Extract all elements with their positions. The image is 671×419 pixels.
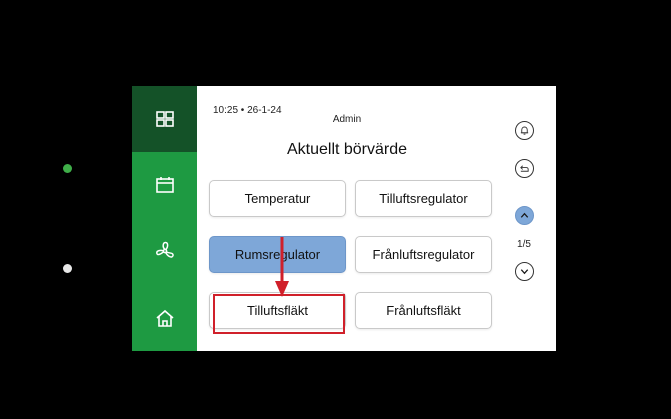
alarm-button[interactable]: [515, 121, 534, 140]
status-led-white: [63, 264, 72, 273]
sidebar-item-fan[interactable]: [132, 218, 197, 284]
chevron-up-icon: [520, 212, 529, 218]
extract-fan-button[interactable]: Frånluftsfläkt: [355, 292, 492, 329]
home-icon: [155, 309, 174, 327]
page-title: Aktuellt börvärde: [286, 141, 408, 158]
calendar-icon: [155, 177, 174, 193]
chevron-down-icon: [520, 269, 529, 275]
sidebar-item-schedule[interactable]: [132, 152, 197, 218]
grid-icon: [155, 111, 174, 127]
back-icon: [520, 165, 529, 172]
status-led-green: [63, 164, 72, 173]
sidebar: [132, 86, 197, 351]
sidebar-item-menu[interactable]: [132, 86, 197, 152]
sidebar-item-home[interactable]: [132, 285, 197, 351]
page-indicator: 1/5: [517, 239, 531, 250]
supply-air-regulator-button[interactable]: Tilluftsregulator: [355, 180, 492, 217]
user-label: Admin: [332, 114, 362, 125]
scroll-down-button[interactable]: [515, 262, 534, 281]
main-content: 10:25 • 26-1-24 Admin Aktuellt börvärde …: [197, 86, 556, 351]
touch-screen: 10:25 • 26-1-24 Admin Aktuellt börvärde …: [132, 86, 556, 351]
extract-air-regulator-button[interactable]: Frånluftsregulator: [355, 236, 492, 273]
fan-icon: [155, 241, 174, 258]
bell-icon: [520, 126, 529, 135]
pointer-arrow: [275, 237, 289, 297]
temperature-button[interactable]: Temperatur: [209, 180, 346, 217]
back-button[interactable]: [515, 159, 534, 178]
scroll-up-button[interactable]: [515, 206, 534, 225]
